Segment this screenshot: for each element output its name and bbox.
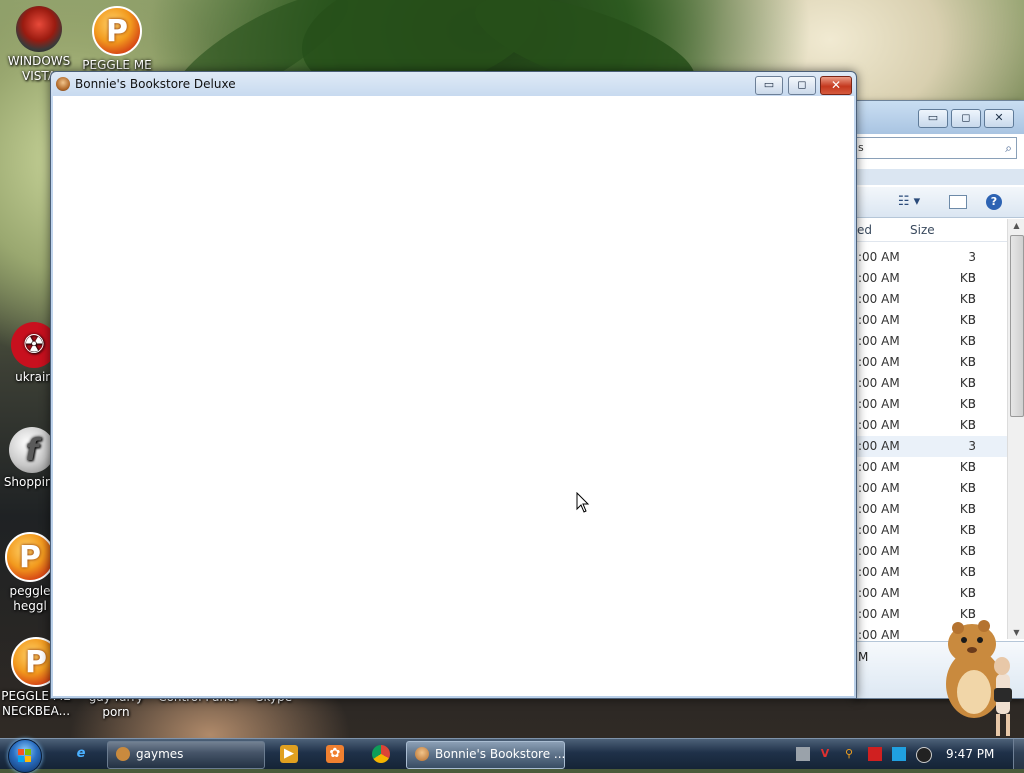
row-date-modified: :00 AM (858, 313, 900, 327)
minimize-button[interactable]: ▭ (755, 76, 783, 95)
row-date-modified: :00 AM (858, 565, 900, 579)
table-row[interactable]: :00 AM3 KB (856, 436, 1007, 474)
taskbar-button-gaymes[interactable]: gaymes (107, 741, 265, 769)
row-date-modified: :00 AM (858, 586, 900, 600)
table-row[interactable]: :00 AM3 KB (856, 583, 1007, 621)
row-date-modified: :00 AM (858, 418, 900, 432)
flash-icon: f (9, 427, 55, 473)
row-date-modified: :00 AM (858, 607, 900, 621)
table-row[interactable]: :00 AM3 KB (856, 373, 1007, 411)
search-icon[interactable]: ⌕ (1005, 139, 1012, 158)
tray-flag-icon[interactable] (868, 747, 882, 761)
window-title: Bonnie's Bookstore Deluxe (75, 77, 236, 91)
help-icon[interactable]: ? (986, 194, 1002, 210)
row-date-modified: :00 AM (858, 523, 900, 537)
game-client-area[interactable] (53, 96, 854, 696)
row-date-modified: :00 AM (858, 397, 900, 411)
preview-pane-icon[interactable] (949, 195, 967, 209)
row-date-modified: :00 AM (858, 355, 900, 369)
close-button[interactable]: ✕ (820, 76, 852, 95)
desktop-icon-label: NECKBEA... (1, 704, 71, 718)
table-row[interactable]: :00 AM3 KB (856, 247, 1007, 285)
explorer-search-box[interactable]: s ⌕ (856, 137, 1017, 159)
paint-icon[interactable]: ✿ (326, 745, 344, 763)
table-row[interactable]: :00 AM3 KB (856, 478, 1007, 516)
tray-monitor-icon[interactable] (892, 747, 906, 761)
row-date-modified: :00 AM (858, 376, 900, 390)
explorer-toolbar: ☷ ▾ ? (856, 187, 1024, 218)
internet-explorer-icon[interactable]: e (72, 745, 90, 763)
row-date-modified: :00 AM (858, 502, 900, 516)
row-date-modified: :00 AM (858, 439, 900, 453)
explorer-close-button[interactable]: ✕ (984, 109, 1014, 128)
taskbar-clock[interactable]: 9:47 PM (946, 747, 994, 761)
tray-antivirus-icon[interactable]: V (818, 747, 832, 761)
table-row[interactable]: :00 AM3 KB (856, 394, 1007, 432)
explorer-breadcrumb-strip (856, 169, 1024, 185)
peggle-icon: P (92, 6, 142, 56)
chrome-icon[interactable] (372, 745, 390, 763)
table-row[interactable]: :00 AM3 KB (856, 541, 1007, 579)
details-text: M (858, 650, 869, 664)
table-row[interactable]: :00 AM3 KB (856, 268, 1007, 306)
table-row[interactable]: :00 AM3 KB (856, 289, 1007, 327)
folder-icon (116, 747, 130, 761)
row-date-modified: :00 AM (858, 481, 900, 495)
table-row[interactable]: :00 AM3 KB (856, 310, 1007, 348)
table-row[interactable]: :00 AM3 KB (856, 520, 1007, 558)
row-date-modified: :00 AM (858, 292, 900, 306)
show-desktop-button[interactable] (1013, 739, 1024, 769)
explorer-column-header: ed Size (856, 219, 1007, 242)
row-date-modified: :00 AM (858, 250, 900, 264)
row-date-modified: :00 AM (858, 544, 900, 558)
desktop-icon-peggle-me[interactable]: P PEGGLE ME (79, 6, 155, 73)
views-icon[interactable]: ☷ ▾ (894, 194, 924, 210)
peggle-icon: P (5, 532, 55, 582)
table-row[interactable]: :00 AM3 KB (856, 457, 1007, 495)
desktop-icon-label: WINDOWS (7, 54, 71, 68)
explorer-maximize-button[interactable]: ◻ (951, 109, 981, 128)
explorer-scrollbar[interactable]: ▲ ▼ (1007, 219, 1024, 639)
table-row[interactable]: :00 AM3 KB (856, 352, 1007, 390)
taskbar: e gaymes ▶ ✿ Bonnie's Bookstore ... V ⚲ … (0, 738, 1024, 773)
row-date-modified: :00 AM (858, 334, 900, 348)
scrollbar-thumb[interactable] (1010, 235, 1024, 417)
explorer-window[interactable]: ▭ ◻ ✕ s ⌕ ☷ ▾ ? ed Size :00 AM 3 KB:00 AM… (855, 100, 1024, 699)
taskbar-button-label: Bonnie's Bookstore ... (435, 747, 566, 761)
explorer-minimize-button[interactable]: ▭ (918, 109, 948, 128)
table-row[interactable]: :00 AM3 KB (856, 562, 1007, 600)
mouse-cursor-icon (576, 492, 590, 513)
bonnie-app-icon (415, 747, 429, 761)
bonnie-app-icon (56, 77, 70, 91)
maximize-button[interactable]: ◻ (788, 76, 816, 95)
media-player-icon[interactable]: ▶ (280, 745, 298, 763)
row-date-modified: :00 AM (858, 271, 900, 285)
search-text: s (858, 141, 864, 154)
scroll-up-icon[interactable]: ▲ (1008, 221, 1024, 230)
explorer-title-bar[interactable]: ▭ ◻ ✕ (856, 101, 1024, 134)
explorer-file-list: :00 AM 3 KB:00 AM 3 KB:00 AM 3 KB:00 AM 3 KB… (856, 247, 1007, 646)
tray-volume-icon[interactable] (916, 747, 932, 763)
windows-vista-icon (16, 6, 62, 52)
tray-search-icon[interactable]: ⚲ (842, 747, 856, 761)
window-title-bar[interactable]: Bonnie's Bookstore Deluxe ▭ ◻ ✕ (51, 72, 856, 96)
tray-network-icon[interactable] (796, 747, 810, 761)
table-row[interactable]: :00 AM3 KB (856, 415, 1007, 453)
column-size[interactable]: Size (910, 223, 935, 237)
hamster-sticker-icon (946, 620, 1012, 736)
desktop-icon-label: porn (102, 705, 130, 719)
column-date-modified[interactable]: ed (857, 223, 872, 237)
row-date-modified: :00 AM (858, 460, 900, 474)
table-row[interactable]: :00 AM3 KB (856, 499, 1007, 537)
taskbar-button-label: gaymes (136, 747, 184, 761)
windows-logo-icon (18, 749, 32, 763)
table-row[interactable]: :00 AM3 KB (856, 331, 1007, 369)
bonnies-bookstore-window[interactable]: Bonnie's Bookstore Deluxe ▭ ◻ ✕ (50, 71, 857, 699)
taskbar-button-bonnies-bookstore[interactable]: Bonnie's Bookstore ... (406, 741, 565, 769)
